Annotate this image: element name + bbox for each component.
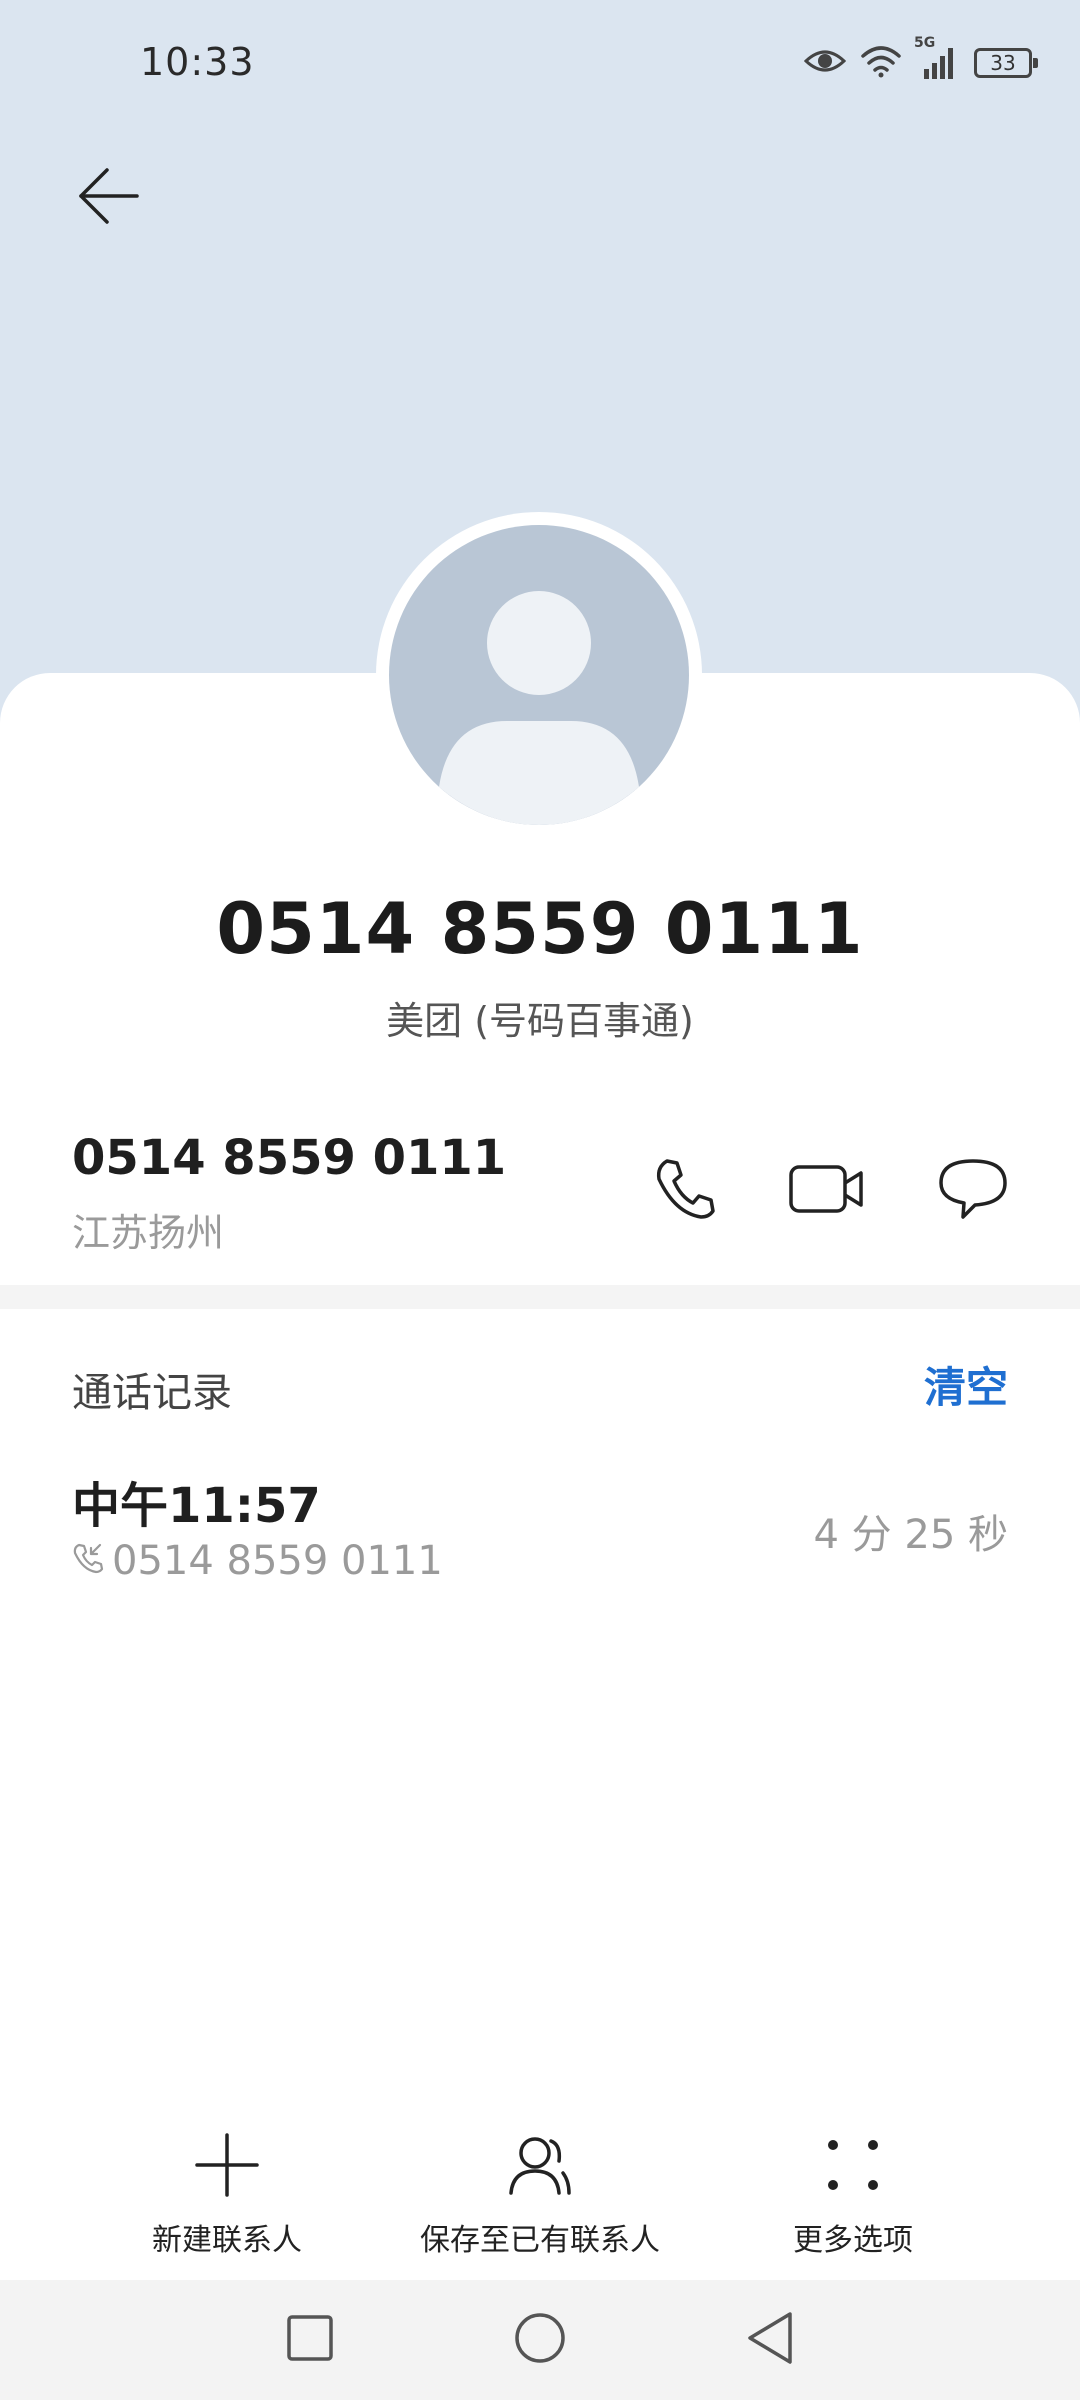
call-log-header: 通话记录 清空 (0, 1352, 1080, 1422)
call-log-item[interactable]: 中午11:57 0514 8559 0111 4 分 25 秒 (0, 1450, 1080, 1600)
section-divider (0, 1285, 1080, 1309)
message-button[interactable] (928, 1146, 1018, 1236)
system-nav-bar (0, 2280, 1080, 2400)
number-row: 0514 8559 0111 江苏扬州 (0, 1110, 1080, 1260)
phone-number: 0514 8559 0111 (72, 1130, 507, 1186)
call-log-title: 通话记录 (72, 1370, 232, 1416)
call-duration: 4 分 25 秒 (813, 1512, 1009, 1558)
recents-button[interactable] (270, 2300, 350, 2380)
more-options-button[interactable]: 更多选项 (683, 2125, 1023, 2285)
status-time: 10:33 (140, 40, 255, 84)
plus-icon (187, 2125, 267, 2205)
message-icon (937, 1157, 1009, 1225)
status-bar: 10:33 5G 33 (0, 0, 1080, 130)
video-call-icon (788, 1161, 866, 1221)
back-nav-button[interactable] (730, 2300, 810, 2380)
clear-button[interactable]: 清空 (924, 1354, 1008, 1415)
save-to-existing-button[interactable]: 保存至已有联系人 (370, 2125, 710, 2285)
battery-level: 33 (990, 51, 1016, 75)
save-to-existing-label: 保存至已有联系人 (420, 2223, 660, 2258)
call-number: 0514 8559 0111 (112, 1538, 443, 1584)
circle-icon (512, 2310, 568, 2370)
avatar[interactable] (376, 512, 702, 838)
contact-detail-screen: 10:33 5G 33 0514 8559 0111 美团 (号码百事通) 05… (0, 0, 1080, 2400)
video-call-button[interactable] (782, 1146, 872, 1236)
avatar-circle (389, 525, 689, 825)
call-number-row: 0514 8559 0111 (72, 1538, 443, 1584)
call-button[interactable] (640, 1146, 730, 1236)
square-icon (284, 2312, 336, 2368)
bottom-action-bar: 新建联系人 保存至已有联系人 更多选项 (0, 2125, 1080, 2285)
status-icons: 5G 33 (803, 35, 1038, 82)
wifi-icon (860, 44, 902, 82)
new-contact-label: 新建联系人 (152, 2223, 302, 2258)
phone-location: 江苏扬州 (72, 1211, 225, 1255)
eye-icon (803, 46, 847, 80)
triangle-back-icon (744, 2310, 796, 2370)
arrow-left-icon (75, 166, 141, 230)
back-button[interactable] (60, 150, 156, 246)
incoming-call-icon (72, 1538, 104, 1584)
call-time: 中午11:57 (72, 1478, 321, 1534)
more-dots-icon (813, 2125, 893, 2205)
contact-subtitle: 美团 (号码百事通) (386, 999, 694, 1043)
signal-icon: 5G (914, 35, 960, 81)
more-options-label: 更多选项 (793, 2223, 913, 2258)
network-type-label: 5G (914, 35, 936, 51)
phone-icon (653, 1157, 717, 1225)
contact-number-title: 0514 8559 0111 (216, 888, 864, 970)
new-contact-button[interactable]: 新建联系人 (57, 2125, 397, 2285)
home-button[interactable] (500, 2300, 580, 2380)
battery-icon: 33 (974, 48, 1038, 78)
person-add-icon (500, 2125, 580, 2205)
